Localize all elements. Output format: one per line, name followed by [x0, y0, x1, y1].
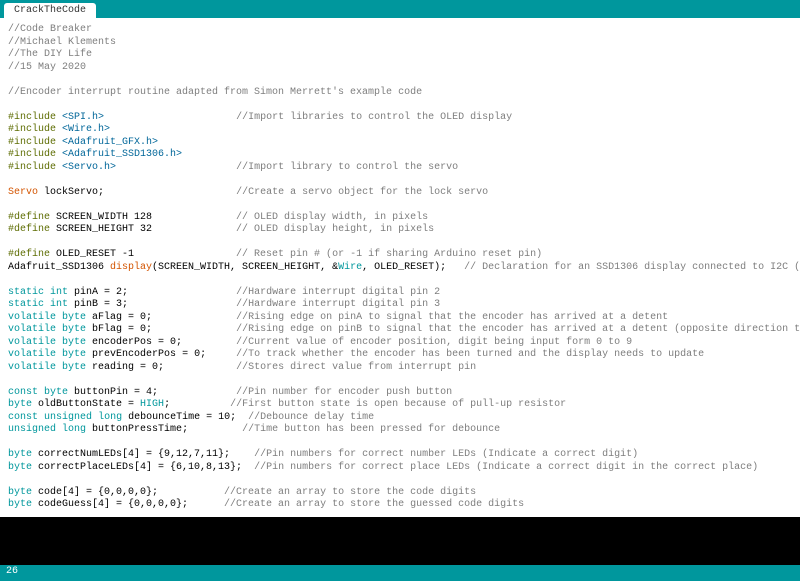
code-line[interactable]: [8, 74, 792, 87]
code-line[interactable]: static int pinA = 2; //Hardware interrup…: [8, 287, 792, 300]
code-line[interactable]: const unsigned long debounceTime = 10; /…: [8, 412, 792, 425]
tab-sketch[interactable]: CrackTheCode: [4, 3, 96, 18]
code-line[interactable]: #include <SPI.h> //Import libraries to c…: [8, 112, 792, 125]
code-line[interactable]: volatile byte prevEncoderPos = 0; //To t…: [8, 349, 792, 362]
code-line[interactable]: #define OLED_RESET -1 // Reset pin # (or…: [8, 249, 792, 262]
code-line[interactable]: [8, 474, 792, 487]
code-line[interactable]: //The DIY Life: [8, 49, 792, 62]
code-line[interactable]: [8, 99, 792, 112]
code-line[interactable]: Adafruit_SSD1306 display(SCREEN_WIDTH, S…: [8, 262, 792, 275]
ide-window: CrackTheCode //Code Breaker//Michael Kle…: [0, 0, 800, 581]
code-line[interactable]: //Code Breaker: [8, 24, 792, 37]
code-line[interactable]: byte codeGuess[4] = {0,0,0,0}; //Create …: [8, 499, 792, 512]
code-line[interactable]: #include <Wire.h>: [8, 124, 792, 137]
console-panel: [0, 517, 800, 565]
code-line[interactable]: volatile byte reading = 0; //Stores dire…: [8, 362, 792, 375]
code-line[interactable]: [8, 437, 792, 450]
code-line[interactable]: unsigned long buttonPressTime; //Time bu…: [8, 424, 792, 437]
code-line[interactable]: #include <Servo.h> //Import library to c…: [8, 162, 792, 175]
code-line[interactable]: byte oldButtonState = HIGH; //First butt…: [8, 399, 792, 412]
code-line[interactable]: [8, 174, 792, 187]
code-line[interactable]: [8, 199, 792, 212]
status-line-col: 26: [6, 566, 18, 577]
code-line[interactable]: [8, 274, 792, 287]
code-line[interactable]: const byte buttonPin = 4; //Pin number f…: [8, 387, 792, 400]
code-line[interactable]: byte code[4] = {0,0,0,0}; //Create an ar…: [8, 487, 792, 500]
status-bar: 26: [0, 565, 800, 581]
tab-strip: CrackTheCode: [0, 0, 800, 18]
code-line[interactable]: #define SCREEN_WIDTH 128 // OLED display…: [8, 212, 792, 225]
code-editor[interactable]: //Code Breaker//Michael Klements//The DI…: [0, 18, 800, 517]
code-line[interactable]: #define SCREEN_HEIGHT 32 // OLED display…: [8, 224, 792, 237]
code-line[interactable]: byte correctNumLEDs[4] = {9,12,7,11}; //…: [8, 449, 792, 462]
code-line[interactable]: #include <Adafruit_GFX.h>: [8, 137, 792, 150]
code-line[interactable]: #include <Adafruit_SSD1306.h>: [8, 149, 792, 162]
code-line[interactable]: volatile byte aFlag = 0; //Rising edge o…: [8, 312, 792, 325]
code-line[interactable]: //15 May 2020: [8, 62, 792, 75]
code-line[interactable]: Servo lockServo; //Create a servo object…: [8, 187, 792, 200]
code-line[interactable]: [8, 237, 792, 250]
code-line[interactable]: [8, 374, 792, 387]
code-line[interactable]: volatile byte bFlag = 0; //Rising edge o…: [8, 324, 792, 337]
code-line[interactable]: //Encoder interrupt routine adapted from…: [8, 87, 792, 100]
code-line[interactable]: //Michael Klements: [8, 37, 792, 50]
code-line[interactable]: static int pinB = 3; //Hardware interrup…: [8, 299, 792, 312]
code-line[interactable]: volatile byte encoderPos = 0; //Current …: [8, 337, 792, 350]
code-line[interactable]: byte correctPlaceLEDs[4] = {6,10,8,13}; …: [8, 462, 792, 475]
